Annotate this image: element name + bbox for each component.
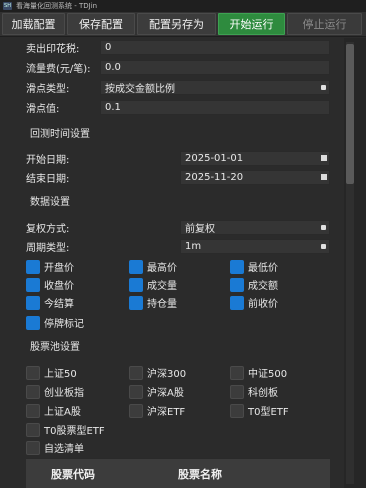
- period-label: 周期类型:: [26, 243, 70, 254]
- stamp-tax-label: 卖出印花税:: [26, 44, 80, 55]
- settings-panel: 卖出印花税: 0 流量费(元/笔): 0.0 滑点类型: 按成交金额比例 滑点值…: [0, 38, 344, 488]
- flow-fee-input[interactable]: 0.0: [100, 60, 330, 75]
- period-select[interactable]: 1m: [180, 239, 330, 254]
- checkbox-checked-icon: [230, 259, 244, 274]
- pool-checkbox-sz50[interactable]: 上证50: [26, 365, 77, 380]
- field-checkbox-open[interactable]: 开盘价: [26, 259, 74, 274]
- checkbox-checked-icon: [26, 277, 40, 292]
- pool-checkbox-cyb[interactable]: 创业板指: [26, 384, 84, 399]
- start-date-value: 2025-01-01: [185, 153, 244, 164]
- checkbox-checked-icon: [230, 277, 244, 292]
- dropdown-arrow-icon: [321, 244, 326, 249]
- adjust-value: 前复权: [185, 224, 215, 235]
- stock-pool-section-title: 股票池设置: [30, 342, 80, 353]
- field-checkbox-high[interactable]: 最高价: [129, 259, 177, 274]
- end-date-row: 结束日期:: [26, 170, 69, 185]
- checkbox-unchecked-icon: [26, 384, 40, 399]
- slippage-type-select[interactable]: 按成交金额比例: [100, 80, 330, 95]
- end-date-input[interactable]: 2025-11-20: [180, 170, 330, 185]
- dropdown-arrow-icon: [321, 225, 326, 230]
- slippage-input[interactable]: 0.1: [100, 100, 330, 115]
- checkbox-unchecked-icon: [26, 365, 40, 380]
- checkbox-unchecked-icon: [26, 403, 40, 418]
- checkbox-checked-icon: [26, 295, 40, 310]
- window-titlebar: SH 看海量化回测系统 - TDJin: [0, 0, 366, 12]
- stock-code-column-header[interactable]: 股票代码: [51, 466, 95, 482]
- start-date-label: 开始日期:: [26, 155, 70, 166]
- adjust-select[interactable]: 前复权: [180, 220, 330, 235]
- calendar-icon[interactable]: [321, 174, 327, 180]
- stock-table-header: 股票代码 股票名称: [26, 458, 330, 488]
- end-date-value: 2025-11-20: [185, 172, 244, 183]
- flow-fee-row: 流量费(元/笔):: [26, 60, 91, 75]
- checkbox-unchecked-icon: [26, 440, 40, 455]
- checkbox-unchecked-icon: [129, 365, 143, 380]
- dropdown-arrow-icon: [321, 85, 326, 90]
- field-checkbox-low[interactable]: 最低价: [230, 259, 278, 274]
- app-icon: SH: [3, 2, 12, 10]
- slippage-type-value: 按成交金额比例: [105, 84, 175, 95]
- start-date-input[interactable]: 2025-01-01: [180, 151, 330, 166]
- field-checkbox-amount[interactable]: 成交额: [230, 277, 278, 292]
- checkbox-checked-icon: [129, 295, 143, 310]
- checkbox-unchecked-icon: [26, 422, 40, 437]
- stamp-tax-input[interactable]: 0: [100, 40, 330, 55]
- field-checkbox-settle[interactable]: 今结算: [26, 295, 74, 310]
- adjust-row: 复权方式:: [26, 220, 69, 235]
- load-config-button[interactable]: 加载配置: [2, 13, 65, 35]
- pool-checkbox-t0-stock-etf[interactable]: T0股票型ETF: [26, 422, 105, 437]
- checkbox-unchecked-icon: [129, 384, 143, 399]
- pool-checkbox-kcb[interactable]: 科创板: [230, 384, 278, 399]
- end-date-label: 结束日期:: [26, 174, 70, 185]
- flow-fee-label: 流量费(元/笔):: [26, 64, 91, 75]
- pool-checkbox-zz500[interactable]: 中证500: [230, 365, 287, 380]
- stamp-tax-row: 卖出印花税:: [26, 40, 79, 55]
- checkbox-checked-icon: [129, 259, 143, 274]
- start-date-row: 开始日期:: [26, 151, 69, 166]
- save-config-button[interactable]: 保存配置: [67, 13, 135, 35]
- pool-checkbox-t0-etf[interactable]: T0型ETF: [230, 403, 289, 418]
- data-settings-section-title: 数据设置: [30, 197, 70, 208]
- scrollbar-thumb[interactable]: [346, 44, 354, 184]
- stop-run-button[interactable]: 停止运行: [287, 13, 362, 35]
- field-checkbox-volume[interactable]: 成交量: [129, 277, 177, 292]
- slippage-label: 滑点值:: [26, 104, 60, 115]
- pool-checkbox-watchlist[interactable]: 自选清单: [26, 440, 84, 455]
- checkbox-unchecked-icon: [129, 403, 143, 418]
- checkbox-checked-icon: [26, 259, 40, 274]
- checkbox-unchecked-icon: [230, 384, 244, 399]
- checkbox-checked-icon: [26, 315, 40, 330]
- adjust-label: 复权方式:: [26, 224, 70, 235]
- checkbox-unchecked-icon: [230, 365, 244, 380]
- vertical-scrollbar[interactable]: [344, 38, 366, 488]
- slippage-type-row: 滑点类型:: [26, 80, 69, 95]
- field-checkbox-suspend[interactable]: 停牌标记: [26, 315, 84, 330]
- window-title: 看海量化回测系统 - TDJin: [16, 2, 98, 10]
- pool-checkbox-sz-a[interactable]: 上证A股: [26, 403, 81, 418]
- slippage-type-label: 滑点类型:: [26, 84, 70, 95]
- slippage-row: 滑点值:: [26, 100, 59, 115]
- pool-checkbox-hs300[interactable]: 沪深300: [129, 365, 186, 380]
- pool-checkbox-hs-a[interactable]: 沪深A股: [129, 384, 184, 399]
- checkbox-unchecked-icon: [230, 403, 244, 418]
- save-config-as-button[interactable]: 配置另存为: [137, 13, 216, 35]
- field-checkbox-open-interest[interactable]: 持仓量: [129, 295, 177, 310]
- calendar-icon[interactable]: [321, 155, 327, 161]
- backtest-time-section-title: 回测时间设置: [30, 129, 90, 140]
- stock-name-column-header[interactable]: 股票名称: [178, 466, 222, 482]
- field-checkbox-pre-close[interactable]: 前收价: [230, 295, 278, 310]
- period-value: 1m: [185, 241, 202, 252]
- start-run-button[interactable]: 开始运行: [218, 13, 285, 35]
- period-row: 周期类型:: [26, 239, 69, 254]
- checkbox-checked-icon: [129, 277, 143, 292]
- toolbar: 加载配置 保存配置 配置另存为 开始运行 停止运行: [0, 12, 366, 37]
- checkbox-checked-icon: [230, 295, 244, 310]
- pool-checkbox-hs-etf[interactable]: 沪深ETF: [129, 403, 185, 418]
- field-checkbox-close[interactable]: 收盘价: [26, 277, 74, 292]
